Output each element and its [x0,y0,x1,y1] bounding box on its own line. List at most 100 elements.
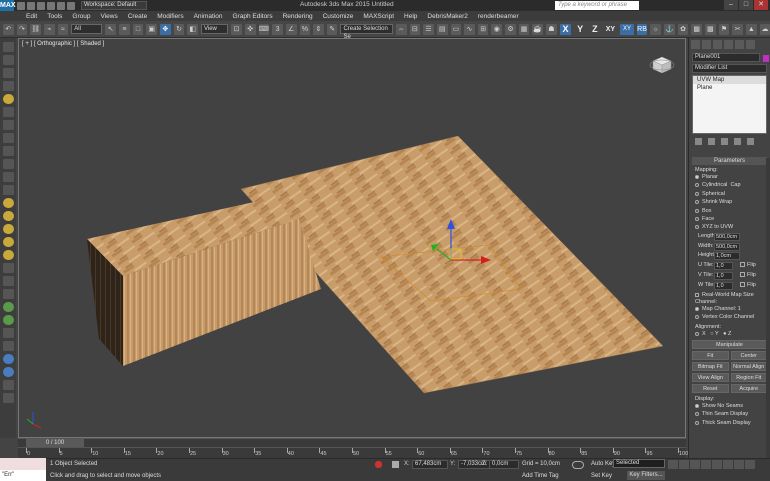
pan-icon[interactable] [734,460,744,469]
track-bar[interactable]: 0 5 10 15 20 25 30 35 40 45 50 55 60 65 70 75 80 85 90 95 10… [18,447,688,458]
globe-icon[interactable] [2,354,14,364]
hierarchy-tab-icon[interactable] [713,40,722,49]
schematic-view-icon[interactable]: ⊞ [477,23,489,35]
acquire-button[interactable]: Acquire [730,384,767,394]
vertex-color-channel-radio[interactable]: Vertex Color Channel [702,314,754,320]
maxscript-listener[interactable] [0,458,46,470]
create-tab-icon[interactable] [691,40,700,49]
key-filters-button[interactable]: Key Filters... [627,471,665,480]
menu-customize[interactable]: Customize [323,13,354,20]
undo-icon[interactable] [47,1,55,10]
mapping-face[interactable]: Face [702,216,714,222]
fit-button[interactable]: Fit [692,351,729,361]
viewcube[interactable] [649,51,675,77]
mapping-box[interactable]: Box [702,208,711,214]
menu-graph-editors[interactable]: Graph Editors [233,13,273,20]
configure-sets-icon[interactable] [747,138,754,145]
tool-d-icon[interactable] [2,81,14,91]
parameters-rollout[interactable]: Parameters [692,157,767,165]
torus-icon[interactable] [2,211,14,221]
v-tile-field[interactable]: 1,0 [714,271,733,280]
select-scale-icon[interactable]: ◧ [187,23,198,35]
cap-checkbox[interactable]: Cap [730,182,740,188]
view-align-button[interactable]: View Align [692,373,729,383]
align-x[interactable]: X [702,331,706,337]
pivot-center-icon[interactable]: ⊡ [231,23,242,35]
angle-snap-icon[interactable]: ∠ [285,23,297,35]
keyboard-shortcut-icon[interactable]: ⌨ [258,23,270,35]
open-icon[interactable] [27,1,35,10]
tool4-icon[interactable]: ▩ [691,23,702,35]
sphere-icon[interactable] [2,250,14,260]
render-setup-icon[interactable]: ⚙ [505,23,516,35]
render-production-icon[interactable]: ☗ [546,23,557,35]
select-rotate-icon[interactable]: ↻ [173,23,185,35]
axis-constraint-z[interactable]: Z [589,24,601,34]
remove-modifier-icon[interactable] [734,138,741,145]
tool-r-icon[interactable] [2,393,14,403]
tool8-icon[interactable]: ▲ [745,23,757,35]
tool3-icon[interactable]: ✿ [677,23,689,35]
tool-l-icon[interactable] [2,263,14,273]
region-fit-button[interactable]: Region Fit [730,373,767,383]
render-icon[interactable]: ☕ [532,23,544,35]
height-field[interactable]: 1,0cm [714,252,740,261]
prev-frame-icon[interactable] [679,460,689,469]
axis-constraint-xy[interactable]: XY [604,26,618,33]
tree-icon[interactable] [2,315,14,325]
spinner-snap-icon[interactable]: ⇕ [313,23,324,35]
close-button[interactable]: ✕ [754,0,768,10]
layer-manager-icon[interactable]: ☰ [423,23,434,35]
tool-f-icon[interactable] [2,120,14,130]
new-icon[interactable] [17,1,25,10]
play-icon[interactable] [690,460,700,469]
search-input[interactable]: Type a keyword or phrase [555,1,639,10]
tool-g-icon[interactable] [2,133,14,143]
object-name-field[interactable]: Plane001 [692,53,760,62]
length-field[interactable]: 500,0cm [714,232,740,241]
map-channel-radio[interactable]: Map Channel: [702,306,736,312]
menu-debrismaker2[interactable]: DebrisMaker2 [427,13,467,20]
tool-o-icon[interactable] [2,328,14,338]
reset-button[interactable]: Reset [692,384,729,394]
map-channel-field[interactable]: 1 [738,306,741,312]
utilities-tab-icon[interactable] [746,40,755,49]
make-unique-icon[interactable] [721,138,728,145]
align-z[interactable]: Z [728,331,731,337]
undo-icon[interactable]: ↶ [3,23,14,35]
u-tile-field[interactable]: 1,0 [714,262,733,271]
width-field[interactable]: 500,0cm [714,242,740,251]
viewport-orthographic[interactable]: [ + ] [ Orthographic ] [ Shaded ] [18,38,686,438]
align-y[interactable]: Y [715,331,719,337]
mapping-shrink-wrap[interactable]: Shrink Wrap [702,199,732,205]
select-move-icon[interactable]: ✥ [160,23,171,35]
stack-item-uvw-map[interactable]: UVW Map [693,76,766,84]
axis-constraint-xy2[interactable]: XY [620,23,634,35]
mirror-icon[interactable]: ⇔ [395,23,407,35]
tool-h-icon[interactable] [2,146,14,156]
add-time-tag[interactable]: Add Time Tag [522,473,559,479]
material-editor-icon[interactable]: ◉ [491,23,503,35]
absolute-mode-icon[interactable] [392,461,399,468]
maxscript-error[interactable]: "Err" [0,470,46,481]
time-slider[interactable]: 0 / 100 [26,439,84,447]
key-set-dropdown[interactable]: Selected [613,459,665,468]
tool-b-icon[interactable] [2,55,14,65]
mapping-xyz-to-uvw[interactable]: XYZ to UVW [702,224,733,230]
named-selection-dropdown[interactable]: Create Selection Se [340,24,393,40]
light-bulb-icon[interactable] [2,94,14,104]
minimize-button[interactable]: – [724,0,738,10]
app-logo[interactable]: MAX [0,0,16,11]
tool6-icon[interactable]: ⚑ [718,23,730,35]
show-no-seams-radio[interactable]: Show No Seams [702,403,743,409]
select-object-icon[interactable]: ↖ [105,23,117,35]
tool-a-icon[interactable] [2,42,14,52]
scene-explorer-icon[interactable]: ▤ [436,23,448,35]
tool-i-icon[interactable] [2,159,14,169]
tool-k-icon[interactable] [2,185,14,195]
tool9-icon[interactable]: ☁ [759,23,770,35]
key-icon[interactable] [572,461,584,469]
unlink-icon[interactable]: ⌁ [43,23,55,35]
selection-filter-dropdown[interactable]: All [71,24,103,34]
mapping-spherical[interactable]: Spherical [702,191,725,197]
